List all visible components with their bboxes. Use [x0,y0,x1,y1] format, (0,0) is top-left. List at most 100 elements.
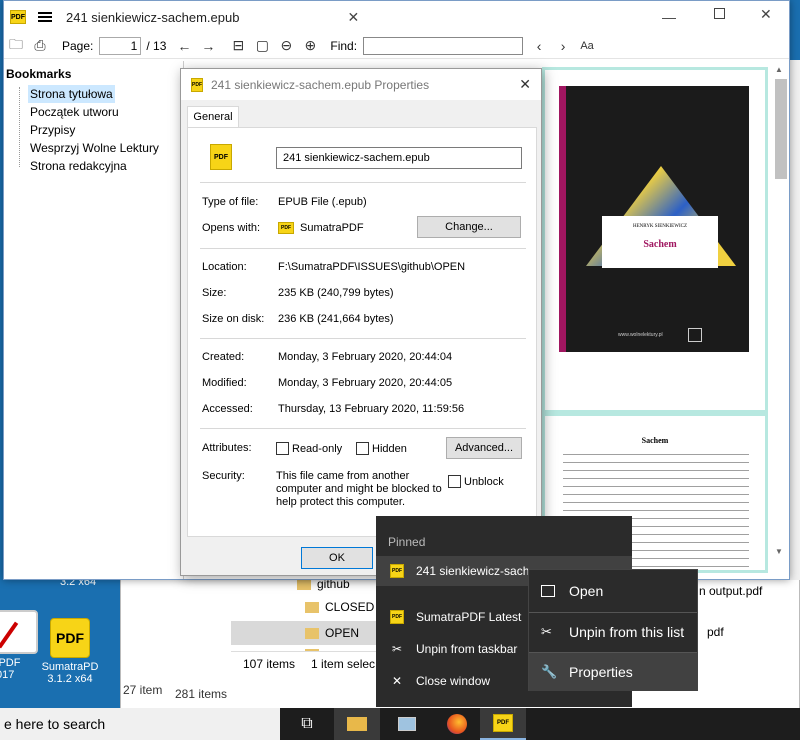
explorer-file[interactable]: n output.pdf [699,584,762,598]
divider [200,338,526,339]
find-label: Find: [330,38,358,53]
dialog-titlebar[interactable]: PDF 241 sienkiewicz-sachem.epub Properti… [181,69,541,100]
scrollbar-thumb[interactable] [775,79,787,179]
jumplist-item-label: Unpin from taskbar [416,642,518,656]
file-type-icon: PDF [210,144,232,170]
advanced-button[interactable]: Advanced... [446,437,522,459]
zoom-out-icon[interactable]: ⊖ [274,35,298,57]
ok-button[interactable]: OK [301,547,373,569]
chapter-heading: Sachem [641,436,669,445]
bookmark-item[interactable]: Przypisy [28,121,77,139]
jumplist-item-label: SumatraPDF Latest [416,610,522,624]
folder-label: CLOSED [325,600,375,614]
status-item-count: 107 items [243,656,296,671]
find-previous-icon[interactable]: ‹ [527,35,551,57]
divider [200,428,526,429]
scrollbar-up-arrow[interactable]: ▲ [775,65,783,74]
control-panel-icon[interactable] [384,708,430,740]
tab-general[interactable]: General [187,106,239,128]
sumatrapdf-taskbar-icon[interactable]: PDF [480,708,526,740]
hamburger-menu-icon[interactable] [38,10,52,24]
menu-item-open[interactable]: Open [529,572,697,610]
toolbar: 🗀 ⎙ Page: 1 / 13 ← → ⊟ ▢ ⊖ ⊕ Find: ‹ › A… [4,33,789,59]
page-total: / 13 [146,38,167,53]
scrollbar-down-arrow[interactable]: ▼ [775,547,783,556]
next-page-icon[interactable]: → [196,35,220,57]
context-menu: Open ✂ Unpin from this list 🔧 Properties [528,569,698,691]
epub-file-icon: PDF [191,77,203,92]
wrench-icon: 🔧 [541,664,558,679]
folder-closed[interactable]: CLOSED [305,600,374,614]
bookmark-item[interactable]: Wesprzyj Wolne Lektury [28,139,161,157]
security-text: This file came from another computer and… [276,470,442,508]
taskbar: e here to search ⧉ PDF [0,708,800,740]
page-number-input[interactable]: 1 [99,36,142,55]
close-icon: ✕ [391,674,403,688]
dialog-close-icon[interactable]: ✕ [519,76,531,93]
close-tab-icon[interactable]: ✕ [347,9,359,26]
publisher-logo-icon [688,328,702,342]
location-label: Location: [202,261,247,273]
zoom-in-icon[interactable]: ⊕ [298,35,322,57]
sumatrapdf-icon: PDF [390,564,404,578]
explorer-file[interactable]: pdf [707,625,724,639]
size-on-disk-label: Size on disk: [202,313,265,325]
modified-value: Monday, 3 February 2020, 20:44:05 [278,377,453,389]
bookmark-item[interactable]: Strona redakcyjna [28,157,129,175]
hidden-checkbox[interactable] [356,442,369,455]
menu-item-label: Open [569,583,604,599]
menu-item-properties[interactable]: 🔧 Properties [529,653,697,691]
unpin-icon: ✂ [391,642,403,656]
bookmark-item[interactable]: Strona tytułowa [28,85,115,103]
close-window-icon[interactable]: ✕ [760,6,772,23]
open-folder-icon[interactable]: 🗀 [4,35,28,57]
fit-width-icon[interactable]: ▢ [250,35,274,57]
taskbar-search-box[interactable]: e here to search [0,708,280,740]
desktop-icon-sumatrapdf[interactable]: PDF SumatraPD 3.1.2 x64 [40,618,100,685]
tab-panel: PDF 241 sienkiewicz-sachem.epub Type of … [187,127,537,537]
page-one: HENRYK SIENKIEWICZ Sachem www.wolnelektu… [542,67,768,413]
created-value: Monday, 3 February 2020, 20:44:04 [278,351,453,363]
tree-line [19,87,20,167]
document-tab-title[interactable]: 241 sienkiewicz-sachem.epub [66,10,239,25]
bookmarks-header: Bookmarks [6,67,72,81]
window-icon [541,585,555,597]
bookmark-item[interactable]: Początek utworu [28,103,121,121]
find-next-icon[interactable]: › [551,35,575,57]
previous-page-icon[interactable]: ← [172,35,196,57]
page-label: Page: [62,38,94,53]
type-label: Type of file: [202,196,259,208]
readonly-checkbox[interactable] [276,442,289,455]
firefox-icon[interactable] [434,708,480,740]
sumatrapdf-icon: PDF [390,610,404,624]
filename-field[interactable]: 241 sienkiewicz-sachem.epub [276,147,522,169]
modified-label: Modified: [202,377,247,389]
maximize-icon[interactable] [714,8,725,19]
dialog-title: 241 sienkiewicz-sachem.epub Properties [211,77,430,92]
book-cover: HENRYK SIENKIEWICZ Sachem www.wolnelektu… [559,86,749,352]
unblock-checkbox[interactable] [448,475,461,488]
match-case-icon[interactable]: Aa [575,35,599,57]
change-button[interactable]: Change... [417,216,521,238]
menu-item-unpin-list[interactable]: ✂ Unpin from this list [529,613,697,651]
unpin-icon: ✂ [541,624,552,639]
properties-dialog[interactable]: PDF 241 sienkiewicz-sachem.epub Properti… [180,68,542,576]
file-explorer-icon[interactable] [334,708,380,740]
size-on-disk-value: 236 KB (241,664 bytes) [278,313,394,325]
menu-item-label: Unpin from this list [569,624,685,640]
sumatrapdf-icon: PDF [50,618,90,658]
fit-page-icon[interactable]: ⊟ [226,35,250,57]
type-value: EPUB File (.epub) [278,196,367,208]
readonly-label: Read-only [292,443,343,455]
window-titlebar[interactable]: PDF 241 sienkiewicz-sachem.epub ✕ — ✕ [4,1,789,33]
divider [200,182,526,183]
tab-label: General [193,111,233,123]
cover-author: HENRYK SIENKIEWICZ [632,224,688,229]
created-label: Created: [202,351,245,363]
folder-open[interactable]: OPEN [231,621,381,645]
find-input[interactable] [363,36,524,55]
minimize-icon[interactable]: — [662,9,676,25]
status-selected: 1 item selec [311,656,376,671]
print-icon[interactable]: ⎙ [28,35,52,57]
task-view-icon[interactable]: ⧉ [284,708,330,740]
